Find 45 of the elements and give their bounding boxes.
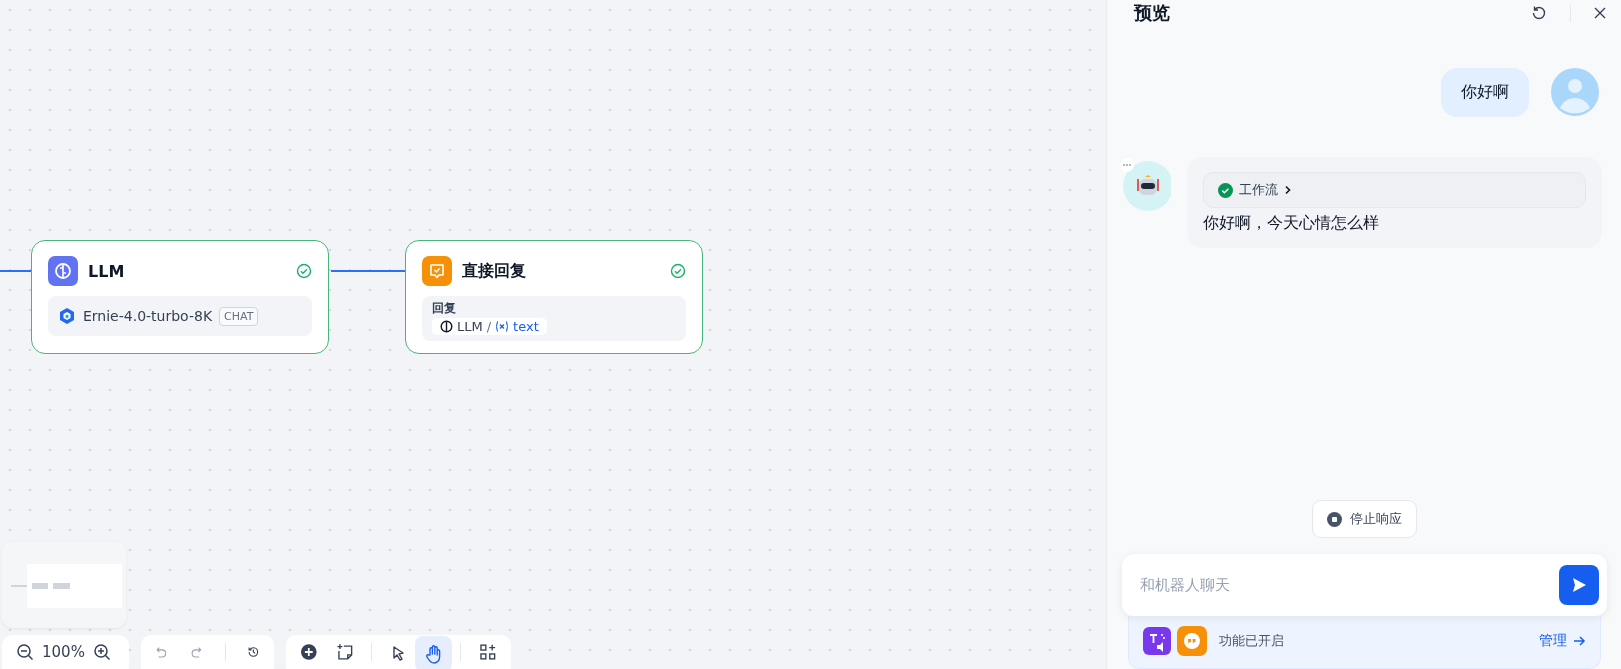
manage-link[interactable]: 管理 bbox=[1539, 632, 1586, 650]
panel-title: 预览 bbox=[1132, 2, 1171, 24]
send-icon bbox=[1570, 576, 1588, 594]
node-title: 直接回复 bbox=[462, 260, 527, 282]
node-title: LLM bbox=[88, 261, 126, 281]
zoom-out-icon[interactable] bbox=[16, 643, 34, 661]
stop-icon bbox=[1327, 511, 1342, 527]
zoom-in-icon[interactable] bbox=[92, 643, 111, 661]
edge-line bbox=[0, 270, 32, 272]
user-message: 你好啊 bbox=[1441, 68, 1529, 117]
workflow-node[interactable]: LLM Ernie-4.0-turbo-8K CHAT bbox=[31, 240, 329, 354]
bot-message: 你好啊，今天心情怎么样 bbox=[1203, 213, 1380, 234]
chevron-right-icon bbox=[1284, 185, 1292, 195]
zoom-level[interactable]: 100% bbox=[42, 643, 85, 661]
grid-add-icon[interactable] bbox=[479, 643, 498, 661]
variable-icon bbox=[495, 320, 510, 333]
chat-input[interactable]: 和机器人聊天 bbox=[1138, 562, 1559, 608]
refresh-icon[interactable] bbox=[1530, 4, 1548, 22]
workflow-node[interactable]: 直接回复 回复 LLM / text bbox=[405, 240, 703, 354]
chat-bubble-icon bbox=[422, 256, 452, 286]
quote-icon bbox=[1177, 626, 1207, 656]
add-note-icon[interactable] bbox=[335, 643, 354, 661]
model-type-tag: CHAT bbox=[219, 306, 259, 326]
user-avatar-icon bbox=[1551, 68, 1599, 116]
robot-avatar-icon bbox=[1119, 157, 1171, 211]
send-button[interactable] bbox=[1559, 565, 1599, 605]
hand-tool[interactable] bbox=[415, 636, 453, 669]
stop-response-button[interactable]: 停止响应 bbox=[1312, 500, 1417, 538]
reply-label: 回复 bbox=[432, 300, 456, 317]
model-logo-icon bbox=[58, 307, 76, 325]
check-circle-icon bbox=[296, 263, 312, 279]
arrow-right-icon bbox=[1573, 635, 1586, 647]
check-circle-icon bbox=[670, 263, 686, 279]
model-name: Ernie-4.0-turbo-8K bbox=[83, 308, 213, 324]
text-to-speech-icon bbox=[1143, 627, 1171, 655]
chat-composer[interactable]: 和机器人聊天 bbox=[1122, 554, 1607, 616]
features-status: 功能已开启 bbox=[1219, 632, 1285, 650]
variable-chip: LLM / text bbox=[432, 318, 547, 335]
brain-icon bbox=[48, 256, 78, 286]
workflow-chip[interactable]: 工作流 bbox=[1203, 172, 1586, 208]
check-circle-icon bbox=[1218, 182, 1233, 198]
close-icon[interactable] bbox=[1593, 6, 1607, 20]
brain-icon bbox=[440, 320, 453, 333]
hand-icon bbox=[424, 644, 443, 664]
add-node-icon[interactable] bbox=[300, 643, 318, 661]
